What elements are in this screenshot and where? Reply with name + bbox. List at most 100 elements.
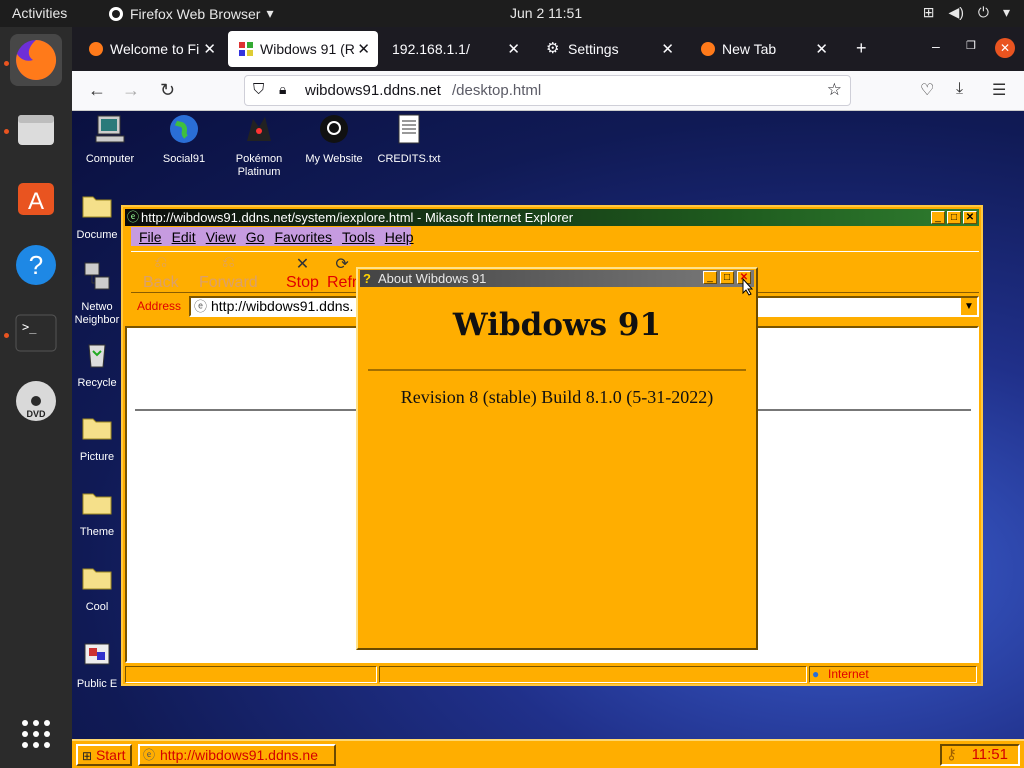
- desktop-icon-recycle[interactable]: Recycle: [72, 337, 122, 390]
- network-icon: [84, 262, 110, 290]
- ie-forward-label: Forward: [199, 274, 258, 291]
- dock-software[interactable]: A: [10, 171, 62, 223]
- menu-file[interactable]: File: [139, 229, 162, 245]
- new-tab-button[interactable]: +: [856, 38, 867, 59]
- folder-icon: [82, 418, 112, 440]
- desktop-icon-pictures[interactable]: Picture: [72, 411, 122, 464]
- address-value: http://wibdows91.ddns.: [211, 298, 354, 314]
- desktop-icon-public[interactable]: Public E: [72, 638, 122, 691]
- running-indicator: [4, 333, 9, 338]
- gnome-top-bar: Activities Firefox Web Browser ▾ Jun 2 1…: [0, 0, 1024, 27]
- minimize-button[interactable]: _: [931, 211, 945, 224]
- firefox-icon: [89, 42, 103, 56]
- menu-edit[interactable]: Edit: [172, 229, 196, 245]
- about-title-bar[interactable]: ? About Wibdows 91 _ □ ✕: [360, 270, 754, 287]
- close-icon[interactable]: ✕: [357, 40, 370, 58]
- desktop-icon-cool[interactable]: Cool: [72, 561, 122, 614]
- menu-go[interactable]: Go: [246, 229, 265, 245]
- tab-label: Wibdows 91 (R: [260, 41, 355, 57]
- volume-icon: ◀): [948, 4, 964, 20]
- pocket-icon[interactable]: ♡: [920, 80, 934, 100]
- desktop-icon-documents[interactable]: Docume: [72, 189, 122, 242]
- desktop-icon-label: Social91: [162, 153, 206, 165]
- ie-stop-button[interactable]: ✕ Stop: [286, 254, 319, 292]
- desktop-icon-my-website[interactable]: My Website: [296, 113, 372, 166]
- menu-tools[interactable]: Tools: [342, 229, 375, 245]
- hamburger-menu-icon[interactable]: ☰: [992, 80, 1006, 100]
- activities-button[interactable]: Activities: [12, 5, 67, 21]
- close-icon[interactable]: ✕: [507, 40, 520, 58]
- tab-label: 192.168.1.1/: [392, 41, 470, 57]
- desktop-icon-themes[interactable]: Theme: [72, 486, 122, 539]
- minimize-button[interactable]: –: [932, 38, 940, 54]
- forward-arrow-icon[interactable]: →: [122, 80, 140, 101]
- menu-favorites[interactable]: Favorites: [274, 229, 332, 245]
- tab-router[interactable]: 192.168.1.1/ ✕: [382, 31, 528, 67]
- desktop-icon-credits[interactable]: CREDITS.txt: [371, 113, 447, 166]
- dock-files[interactable]: [10, 103, 62, 155]
- dock-dvd[interactable]: DVD: [10, 375, 62, 427]
- tab-welcome[interactable]: Welcome to Fi ✕: [78, 31, 224, 67]
- tab-settings[interactable]: ⚙ Settings ✕: [536, 31, 682, 67]
- desktop-icon-network[interactable]: Netwo Neighbor: [72, 261, 122, 327]
- close-icon[interactable]: ✕: [815, 40, 828, 58]
- reload-icon[interactable]: ↻: [160, 80, 175, 101]
- ie-title-bar[interactable]: ⓔ http://wibdows91.ddns.net/system/iexpl…: [125, 209, 979, 226]
- firefox-icon: [16, 39, 57, 80]
- restore-button[interactable]: ❐: [966, 39, 976, 52]
- close-icon[interactable]: ✕: [203, 40, 216, 58]
- taskbar-task-ie[interactable]: ⓔ http://wibdows91.ddns.ne: [138, 744, 336, 766]
- desktop-icon-label: Theme: [79, 526, 115, 538]
- ie-refresh-button[interactable]: ⟳ Refr: [327, 254, 357, 292]
- download-icon[interactable]: ⤓: [956, 80, 963, 98]
- app-menu[interactable]: Firefox Web Browser ▾: [108, 5, 273, 22]
- desktop-icon-label: Docume: [76, 229, 118, 241]
- dvd-icon: DVD: [16, 381, 56, 421]
- maximize-button[interactable]: □: [720, 271, 734, 284]
- close-window-button[interactable]: ✕: [995, 38, 1015, 58]
- desktop-icon-pokemon[interactable]: Pokémon Platinum: [221, 113, 297, 179]
- tab-new-tab[interactable]: New Tab ✕: [690, 31, 836, 67]
- shield-icon[interactable]: ⛉: [253, 81, 264, 98]
- show-apps-button[interactable]: [10, 708, 62, 760]
- ie-logo-icon: ⓔ: [143, 748, 156, 762]
- menu-view[interactable]: View: [206, 229, 236, 245]
- forward-icon: ⎌: [221, 254, 235, 271]
- bookmark-star-icon[interactable]: ☆: [827, 80, 842, 100]
- page-icon: ⓔ: [194, 299, 208, 314]
- back-arrow-icon[interactable]: ←: [88, 80, 106, 101]
- desktop-icon-social91[interactable]: Social91: [146, 113, 222, 166]
- start-button[interactable]: ⊞ Start: [76, 744, 132, 766]
- status-panel: [379, 666, 807, 683]
- desktop-icon-label: Netwo Neighbor: [74, 301, 120, 326]
- about-title-text: About Wibdows 91: [378, 271, 487, 286]
- menu-help[interactable]: Help: [385, 229, 414, 245]
- close-button[interactable]: ✕: [963, 211, 977, 224]
- url-bar[interactable]: ⛉ 🔒︎ wibdows91.ddns.net /desktop.html ☆: [244, 75, 851, 106]
- lock-icon[interactable]: 🔒︎: [279, 81, 286, 98]
- dock-terminal[interactable]: >_: [10, 307, 62, 359]
- about-revision: Revision 8 (stable) Build 8.1.0 (5-31-20…: [400, 387, 714, 407]
- system-clock[interactable]: Jun 2 11:51: [510, 5, 582, 21]
- power-icon: ⏻: [977, 4, 989, 20]
- about-dialog: ? About Wibdows 91 _ □ ✕ Wibdows 91 Revi…: [356, 267, 758, 650]
- system-tray[interactable]: ⊞ ◀) ⏻ ▾: [923, 4, 1010, 21]
- dock-firefox[interactable]: [10, 34, 62, 86]
- desktop-icon-label: My Website: [305, 153, 363, 165]
- ie-back-label: Back: [143, 274, 179, 291]
- tab-wibdows[interactable]: Wibdows 91 (R ✕: [228, 31, 378, 67]
- status-panel: [125, 666, 377, 683]
- ie-back-button[interactable]: ⎌ Back: [143, 254, 179, 292]
- ie-status-bar: ● Internet: [125, 665, 979, 684]
- taskbar-tray[interactable]: ⚷ 11:51: [940, 744, 1020, 766]
- maximize-button[interactable]: □: [947, 211, 961, 224]
- dock-help[interactable]: ?: [10, 239, 62, 291]
- address-dropdown-button[interactable]: ▼: [961, 298, 977, 315]
- close-icon[interactable]: ✕: [661, 40, 674, 58]
- svg-text:?: ?: [29, 250, 43, 280]
- desktop-icon-computer[interactable]: Computer: [72, 113, 148, 166]
- ie-forward-button[interactable]: ⎌ Forward: [199, 254, 258, 292]
- tab-label: Welcome to Fi: [110, 41, 200, 57]
- computer-icon: [95, 115, 125, 143]
- minimize-button[interactable]: _: [703, 271, 717, 284]
